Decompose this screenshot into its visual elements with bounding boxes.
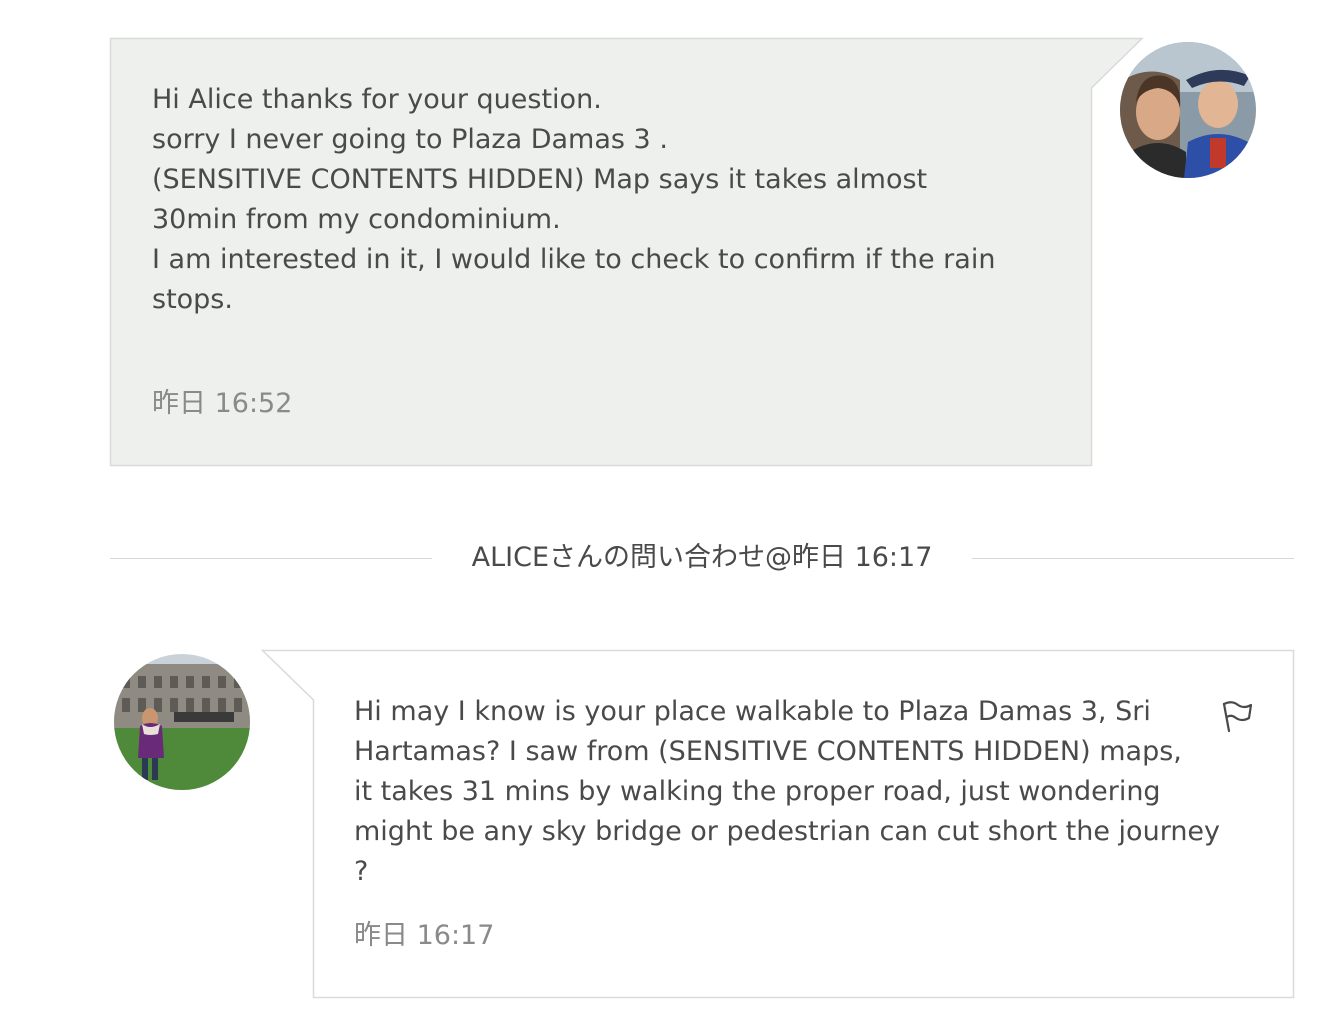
- guest-message-bubble: Hi may I know is your place walkable to …: [260, 649, 1295, 999]
- divider-line-right: [972, 558, 1294, 559]
- guest-message-time: 昨日 16:17: [354, 920, 495, 951]
- host-message-time: 昨日 16:52: [152, 388, 293, 419]
- host-avatar[interactable]: [1120, 42, 1256, 178]
- host-message-bubble: Hi Alice thanks for your question. sorry…: [109, 37, 1144, 467]
- divider-label: ALICEさんの問い合わせ@昨日 16:17: [471, 542, 933, 573]
- guest-message-text: Hi may I know is your place walkable to …: [354, 696, 1221, 887]
- inquiry-divider: ALICEさんの問い合わせ@昨日 16:17: [110, 534, 1294, 582]
- divider-line-left: [110, 558, 432, 559]
- report-flag-button[interactable]: [1218, 698, 1254, 734]
- guest-avatar[interactable]: [114, 654, 250, 790]
- flag-icon: [1222, 701, 1253, 733]
- message-thread: Hi Alice thanks for your question. sorry…: [0, 0, 1326, 1028]
- host-message-text: Hi Alice thanks for your question. sorry…: [152, 84, 996, 315]
